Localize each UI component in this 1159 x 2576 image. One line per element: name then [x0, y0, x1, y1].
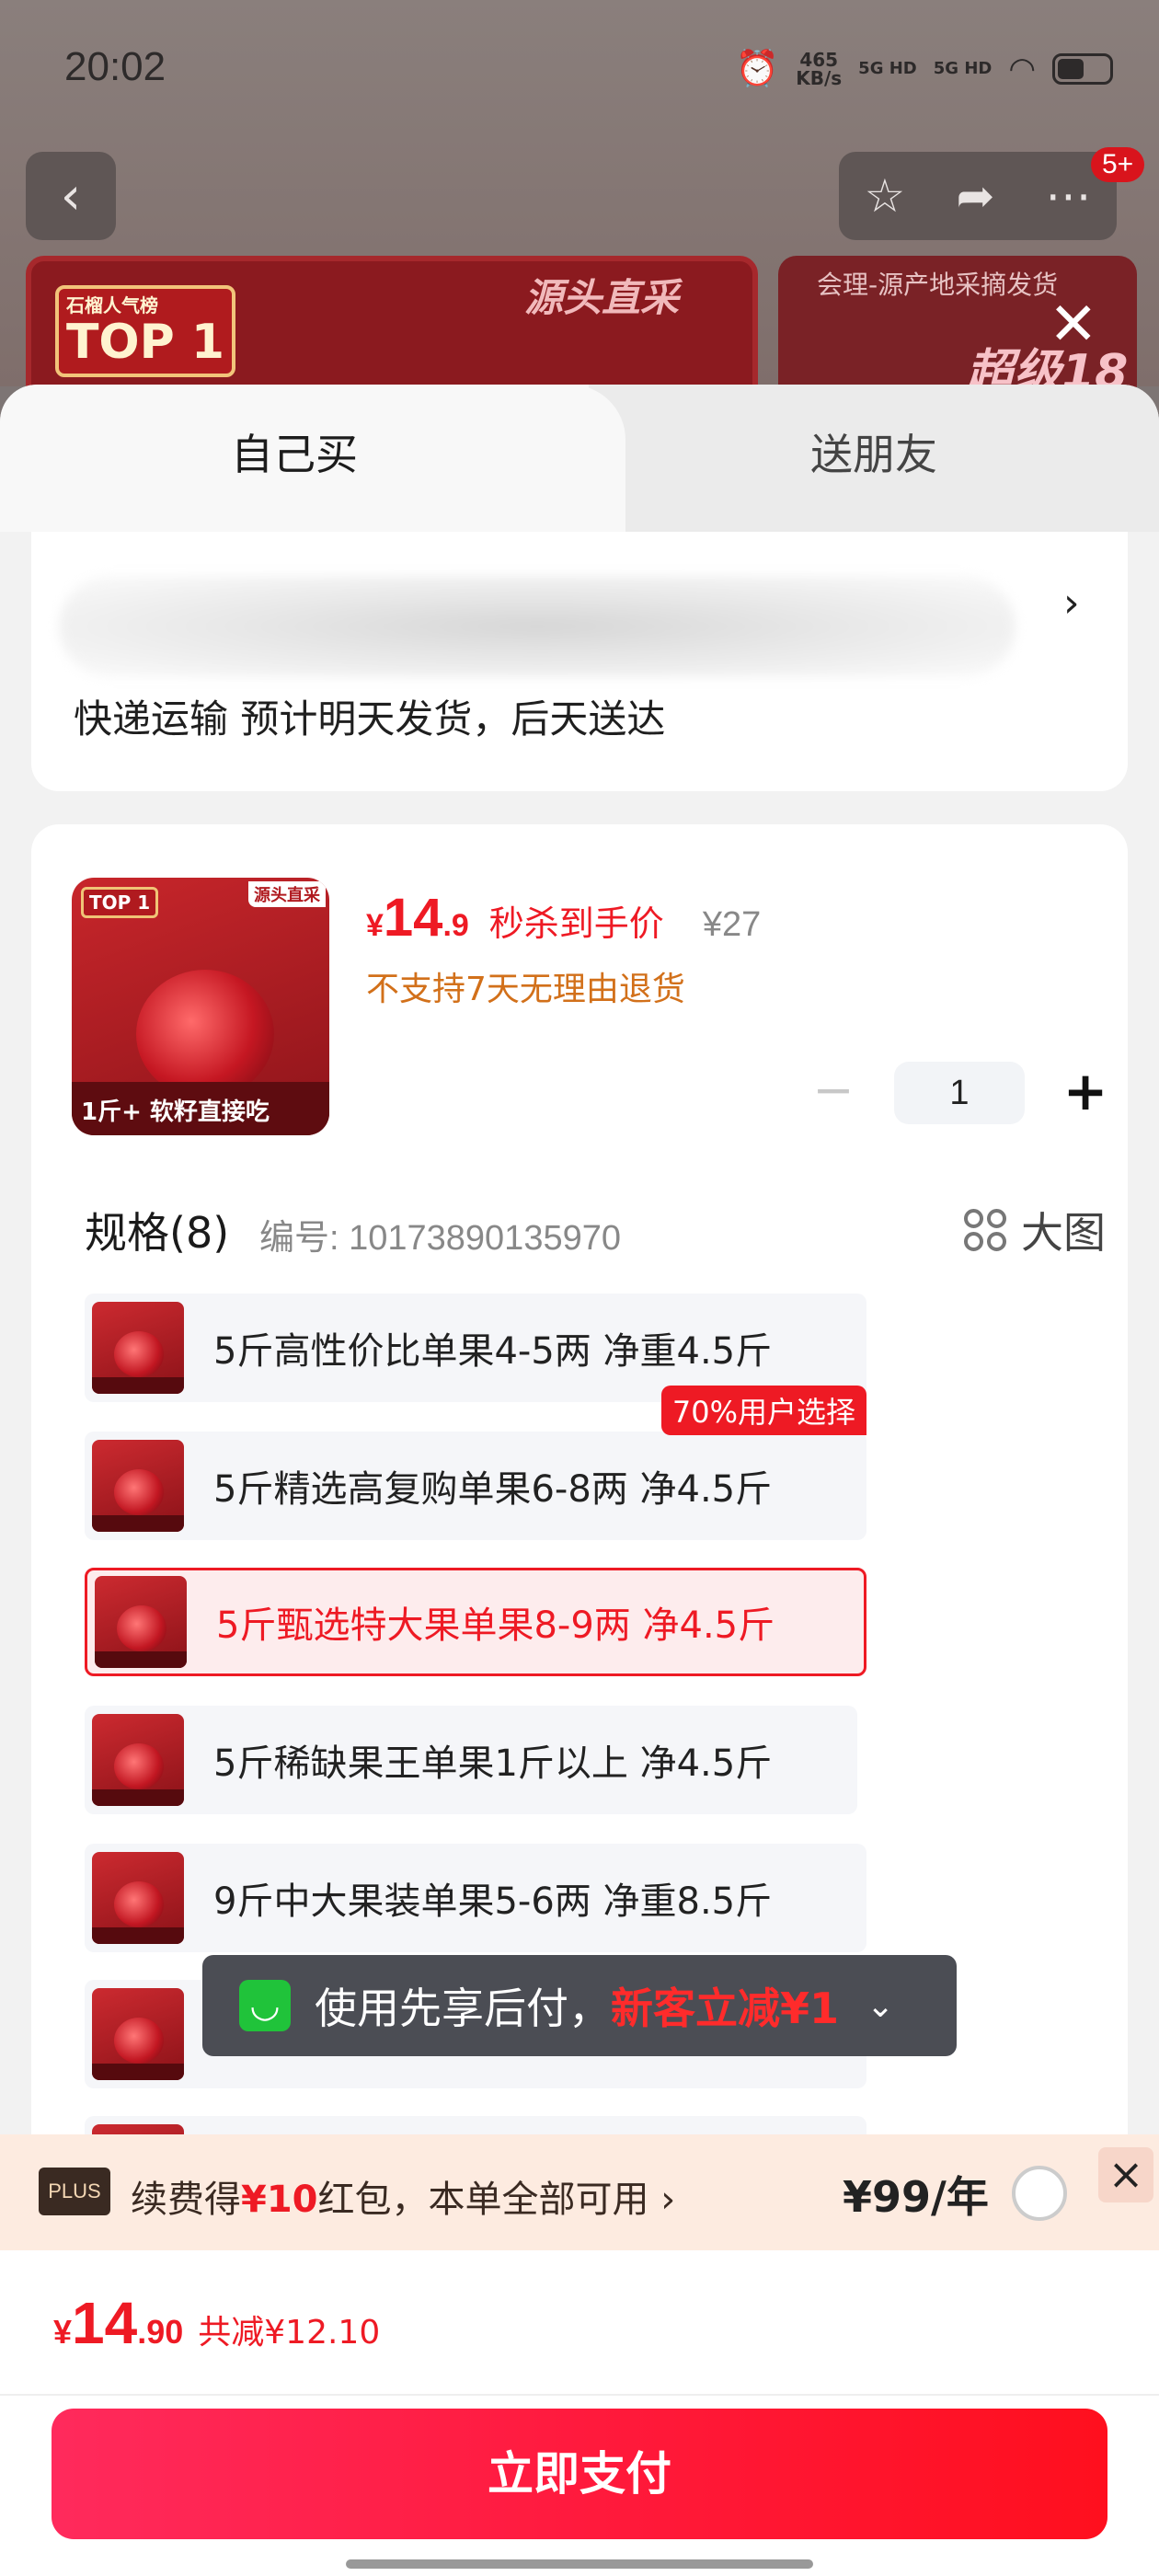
buy-mode-tabs: 送朋友 自己买 — [0, 385, 1159, 532]
background-page: 20:02 ⏰ 465 KB/s 5G HD 5G HD ◠ ‹ ☆ ➦ ⋯ 5… — [0, 0, 1159, 403]
net-speed: 465 KB/s — [796, 48, 843, 89]
message-badge: 5+ — [1091, 147, 1145, 182]
address-blurred — [59, 576, 1016, 677]
top-actions: ☆ ➦ ⋯ — [839, 152, 1117, 240]
spec-option-3-selected[interactable]: 5斤甄选特大果单果8-9两 净4.5斤 — [85, 1568, 866, 1676]
price-symbol: ¥ — [366, 908, 384, 943]
product-image-top: TOP 1 — [81, 887, 159, 918]
spec-thumbnail — [95, 1576, 187, 1668]
big-picture-label: 大图 — [1021, 1208, 1106, 1258]
spec-thumbnail — [92, 1852, 184, 1944]
no-return-notice: 不支持7天无理由退货 — [366, 971, 685, 1008]
wechat-pay-icon: ◡ — [239, 1980, 291, 2031]
shipping-info: 快递运输 预计明天发货，后天送达 — [74, 696, 666, 742]
status-bar: 20:02 ⏰ 465 KB/s 5G HD 5G HD ◠ — [0, 0, 1159, 138]
increase-button[interactable]: + — [1056, 1064, 1115, 1122]
product-image[interactable]: TOP 1 源头直采 1斤+ 软籽直接吃 — [72, 878, 329, 1135]
signal-icon: 5G HD — [858, 59, 917, 78]
chevron-right-icon[interactable]: › — [1063, 580, 1080, 627]
spec-option-4[interactable]: 5斤稀缺果王单果1斤以上 净4.5斤 — [85, 1706, 857, 1814]
back-button[interactable]: ‹ — [26, 152, 116, 240]
popular-badge: 70%用户选择 — [660, 1386, 866, 1435]
toast-text: 使用先享后付， — [315, 1984, 611, 2033]
spec-thumbnail — [92, 1714, 184, 1806]
toast-highlight: 新客立减¥1 — [611, 1984, 840, 2033]
star-icon[interactable]: ☆ — [865, 169, 906, 223]
battery-icon — [1052, 52, 1113, 85]
chevron-left-icon: ‹ — [60, 166, 82, 226]
status-icons: ⏰ 465 KB/s 5G HD 5G HD ◠ — [736, 48, 1113, 89]
spec-label: 5斤甄选特大果单果8-9两 净4.5斤 — [216, 1604, 775, 1647]
price-integer: 14 — [383, 888, 443, 948]
plus-price: ¥99/年 — [843, 2172, 989, 2222]
address-card[interactable]: › 快递运输 预计明天发货，后天送达 — [31, 532, 1128, 791]
top1-badge: 石榴人气榜 TOP 1 — [55, 285, 235, 377]
spec-header: 规格(8) 编号: 10173890135970 大图 — [85, 1192, 1106, 1266]
plus-promo-text: 续费得¥10红包，本单全部可用 › — [131, 2179, 676, 2221]
original-price: ¥27 — [702, 905, 762, 944]
spec-label: 5斤稀缺果王单果1斤以上 净4.5斤 — [213, 1742, 773, 1785]
spec-option-5[interactable]: 9斤中大果装单果5-6两 净重8.5斤 — [85, 1844, 866, 1952]
more-icon[interactable]: ⋯ — [1045, 169, 1091, 223]
checkout-footer: ¥ 14 .90 共减¥12.10 立即支付 — [0, 2250, 1159, 2576]
pay-now-button[interactable]: 立即支付 — [52, 2409, 1107, 2539]
total-saved: 共减¥12.10 — [198, 2314, 381, 2352]
pomegranate-image — [136, 970, 274, 1098]
spec-thumbnail — [92, 1440, 184, 1532]
purchase-sheet: 送朋友 自己买 › 快递运输 预计明天发货，后天送达 TOP 1 源头直采 1斤… — [0, 385, 1159, 2576]
decrease-button[interactable]: − — [804, 1064, 863, 1122]
plus-radio[interactable] — [1012, 2166, 1067, 2221]
plus-membership-bar[interactable]: PLUS 续费得¥10红包，本单全部可用 › ¥99/年 × — [0, 2134, 1159, 2250]
share-icon[interactable]: ➦ — [956, 169, 994, 223]
price-decimal: .9 — [442, 908, 469, 943]
product-image-source: 源头直采 — [248, 881, 326, 907]
spec-label: 5斤精选高复购单果6-8两 净4.5斤 — [213, 1468, 773, 1511]
divider — [0, 2394, 1159, 2396]
close-icon[interactable]: ✕ — [1049, 291, 1098, 359]
tab-send-friend[interactable]: 送朋友 — [589, 385, 1159, 532]
plus-logo: PLUS — [39, 2168, 110, 2215]
big-picture-toggle[interactable]: 大图 — [964, 1200, 1106, 1260]
spec-thumbnail — [92, 1302, 184, 1394]
status-time: 20:02 — [64, 44, 166, 89]
price-tag: 秒杀到手价 — [488, 903, 664, 944]
product-code: 编号: 10173890135970 — [259, 1219, 621, 1258]
alarm-icon: ⏰ — [735, 48, 780, 88]
chevron-down-icon[interactable]: ⌄ — [866, 1987, 894, 2025]
spec-option-2[interactable]: 5斤精选高复购单果6-8两 净4.5斤 70%用户选择 — [85, 1386, 866, 1540]
signal-icon-2: 5G HD — [933, 59, 993, 78]
total-integer: 14 — [72, 2290, 138, 2356]
price-line: ¥ 14 .9 秒杀到手价 ¥27 — [366, 887, 761, 949]
close-icon[interactable]: × — [1098, 2147, 1153, 2202]
wifi-icon: ◠ — [1008, 50, 1036, 87]
grid-icon — [964, 1209, 1006, 1251]
spec-label: 9斤中大果装单果5-6两 净重8.5斤 — [213, 1880, 773, 1923]
quantity-stepper: − 1 + — [804, 1062, 1115, 1124]
spec-thumbnail — [92, 1988, 184, 2080]
total-decimal: .90 — [137, 2313, 184, 2351]
total-symbol: ¥ — [53, 2313, 73, 2351]
home-indicator[interactable] — [346, 2559, 813, 2569]
product-image-band: 1斤+ 软籽直接吃 — [72, 1082, 329, 1135]
source-label: 源头直采 — [524, 275, 680, 320]
pay-later-toast[interactable]: ◡ 使用先享后付， 新客立减¥1 ⌄ — [202, 1955, 957, 2056]
spec-title: 规格(8) — [85, 1208, 230, 1258]
total-price: ¥ 14 .90 共减¥12.10 — [53, 2289, 380, 2357]
spec-label: 5斤高性价比单果4-5两 净重4.5斤 — [213, 1330, 773, 1373]
tab-buy-self[interactable]: 自己买 — [0, 385, 589, 532]
quantity-input[interactable]: 1 — [894, 1062, 1025, 1124]
